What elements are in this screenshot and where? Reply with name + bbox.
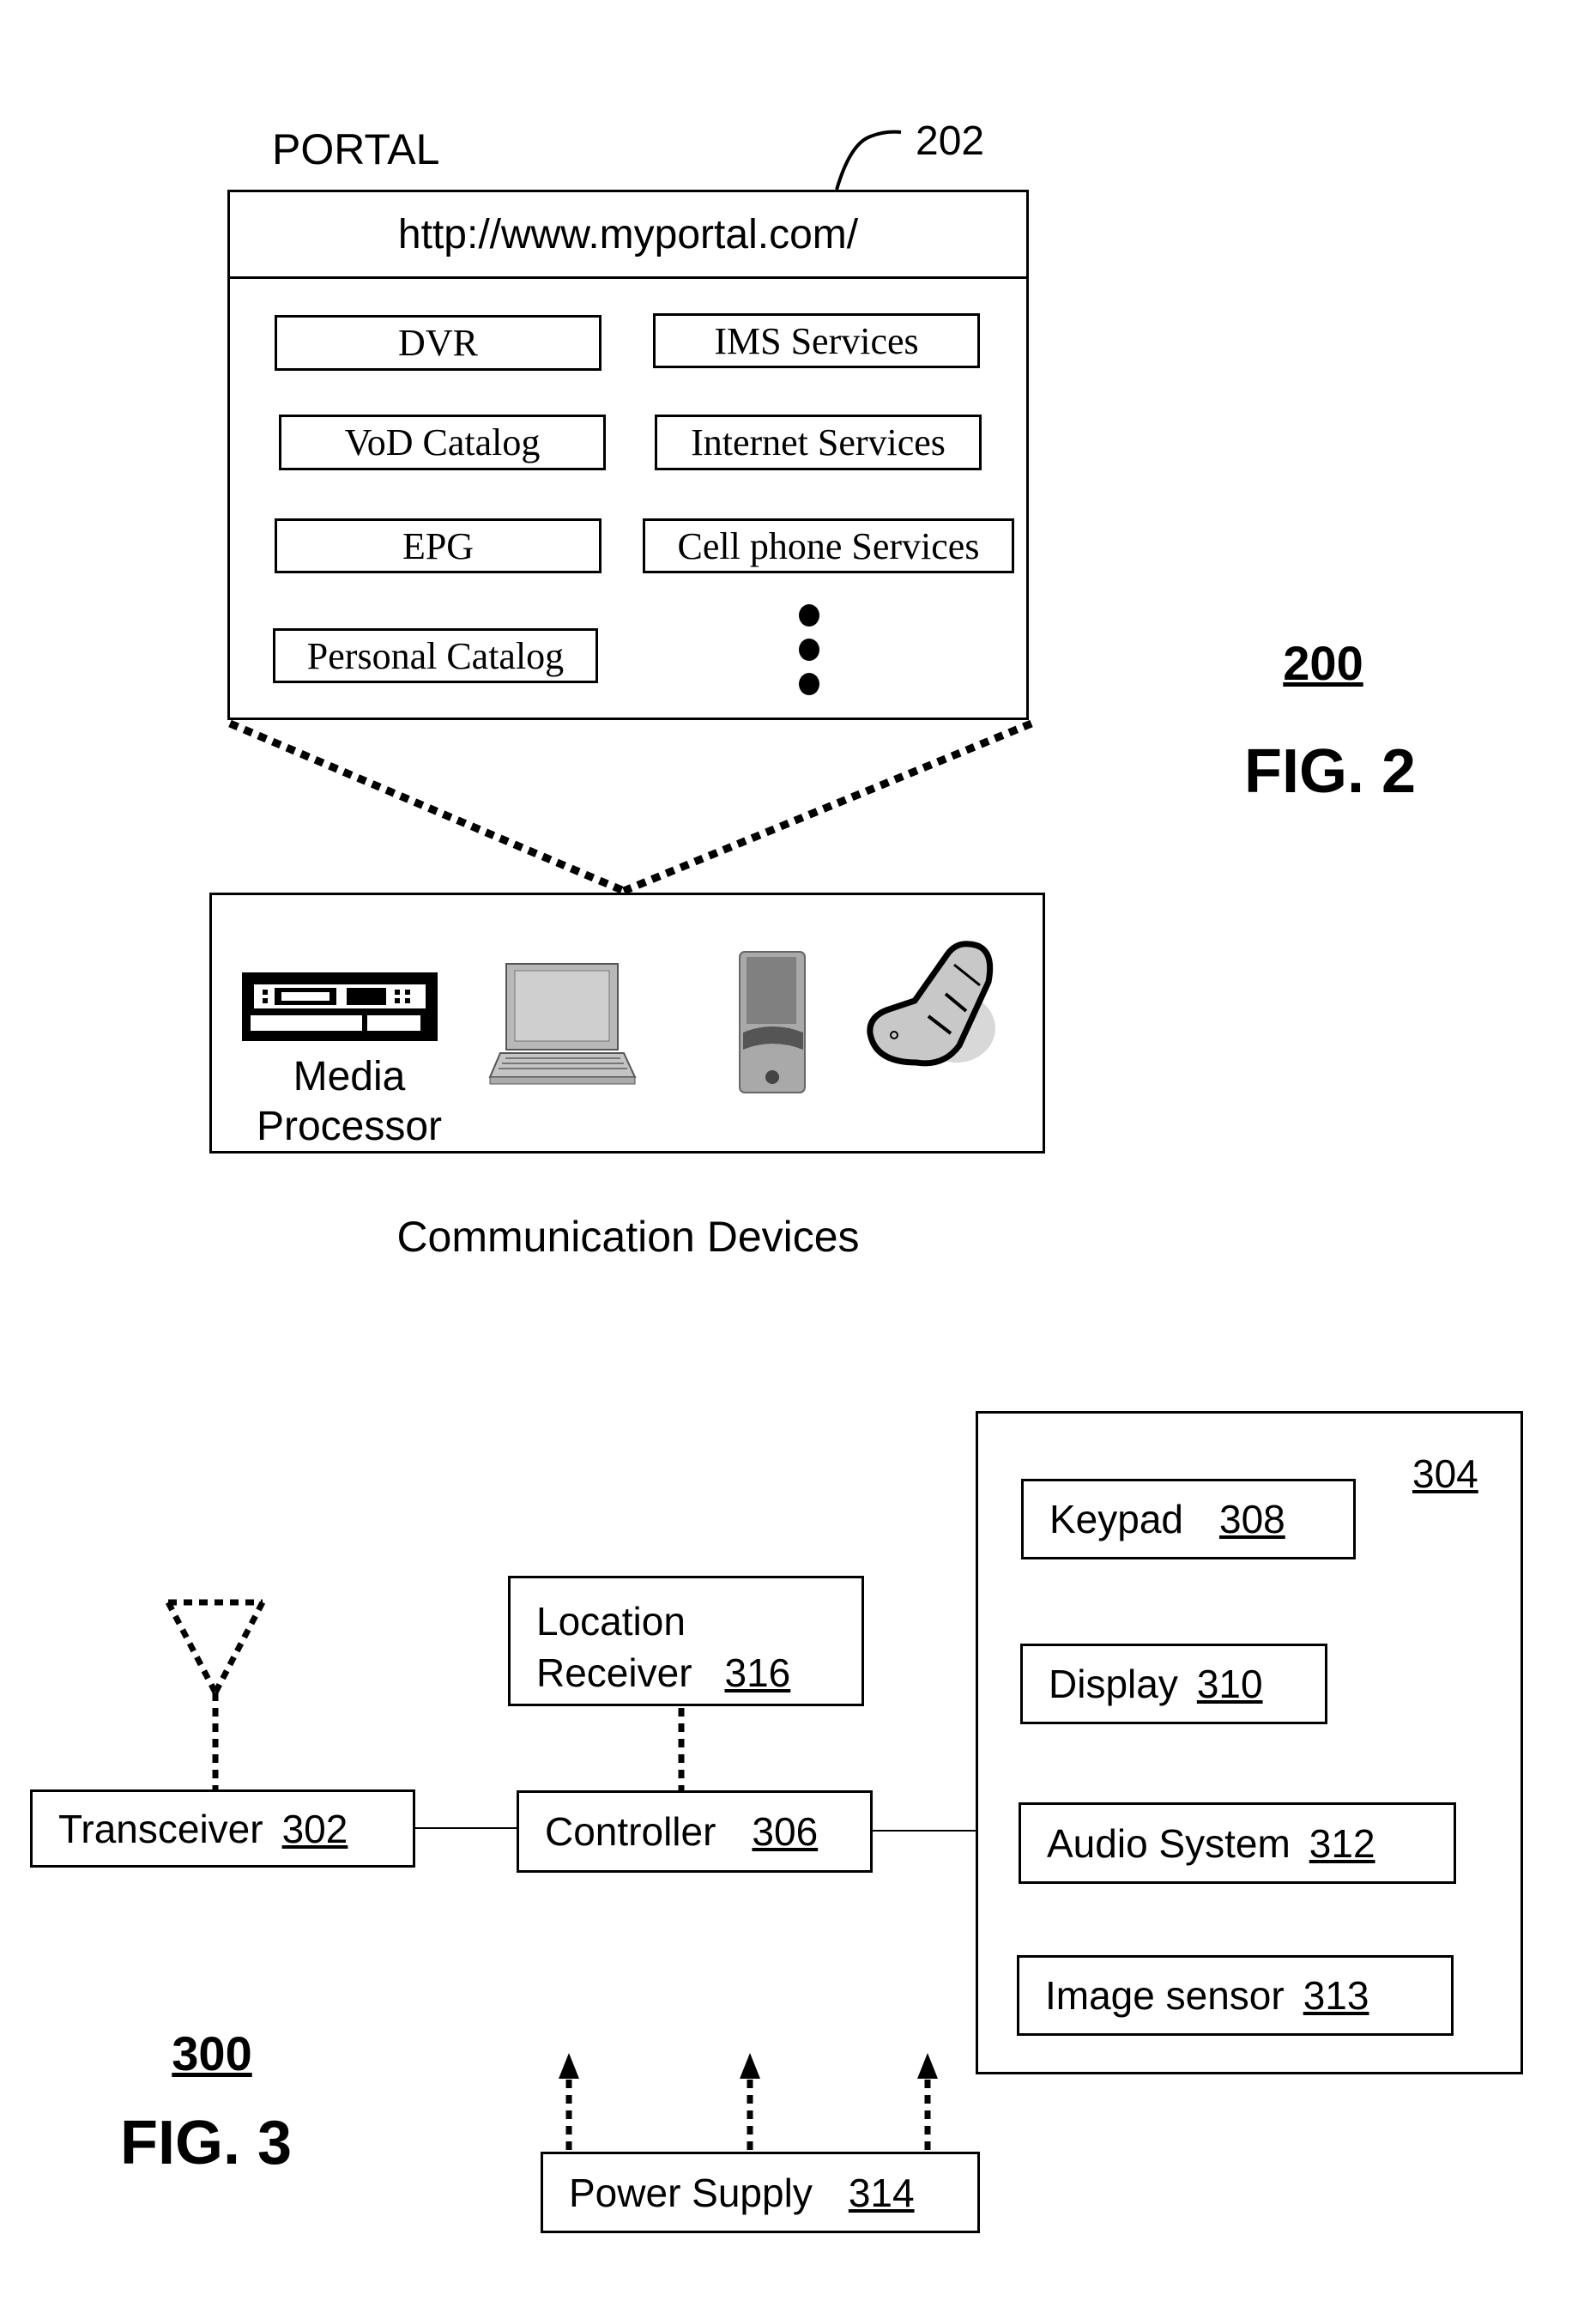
fig3-ref-number: 300 bbox=[172, 2026, 252, 2080]
power-supply-ref: 314 bbox=[848, 2170, 915, 2215]
image-sensor-label: Image sensor bbox=[1045, 1973, 1285, 2018]
patent-drawing-sheet: PORTAL 202 http://www.myportal.com/ DVR … bbox=[0, 0, 1596, 2301]
service-personal-catalog[interactable]: Personal Catalog bbox=[273, 628, 598, 683]
flip-phone-icon bbox=[867, 941, 995, 1067]
portal-url-bar[interactable]: http://www.myportal.com/ bbox=[230, 192, 1026, 279]
vertical-ellipsis-icon bbox=[799, 604, 821, 695]
service-vod-catalog[interactable]: VoD Catalog bbox=[279, 415, 606, 470]
service-ims[interactable]: IMS Services bbox=[653, 313, 980, 368]
fig2-ref-number: 200 bbox=[1283, 636, 1363, 690]
portal-ref-number: 202 bbox=[916, 118, 985, 164]
controller-ref: 306 bbox=[752, 1809, 819, 1854]
display-label: Display bbox=[1049, 1662, 1178, 1706]
set-top-box-icon bbox=[242, 972, 438, 1041]
power-arrow-2 bbox=[740, 2053, 760, 2150]
audio-system-ref: 312 bbox=[1309, 1820, 1375, 1866]
image-sensor-block[interactable]: Image sensor 313 bbox=[1017, 1955, 1454, 2036]
power-arrow-1 bbox=[559, 2053, 579, 2150]
service-dvr[interactable]: DVR bbox=[275, 315, 602, 371]
transceiver-label: Transceiver bbox=[58, 1806, 263, 1851]
power-supply-block[interactable]: Power Supply 314 bbox=[541, 2152, 980, 2233]
portal-label: PORTAL bbox=[272, 125, 440, 173]
ui-group-ref-number: 304 bbox=[1412, 1451, 1478, 1496]
controller-block[interactable]: Controller 306 bbox=[517, 1790, 873, 1873]
service-cell-phone[interactable]: Cell phone Services bbox=[643, 518, 1014, 573]
antenna-left-line bbox=[165, 1601, 219, 1694]
transceiver-ref: 302 bbox=[281, 1806, 348, 1851]
audio-system-label: Audio System bbox=[1047, 1820, 1291, 1866]
location-receiver-label-line1: Location bbox=[536, 1599, 686, 1644]
image-sensor-ref: 313 bbox=[1303, 1973, 1369, 2018]
audio-system-block[interactable]: Audio System 312 bbox=[1019, 1802, 1456, 1884]
fig3-label: FIG. 3 bbox=[119, 2109, 293, 2177]
location-receiver-ref: 316 bbox=[724, 1650, 791, 1695]
media-processor-label-line2: Processor bbox=[256, 1104, 443, 1149]
location-receiver-label-line2: Receiver bbox=[536, 1650, 692, 1695]
media-processor-label-line1: Media bbox=[293, 1054, 406, 1099]
service-epg[interactable]: EPG bbox=[275, 518, 602, 573]
transceiver-block[interactable]: Transceiver 302 bbox=[30, 1789, 415, 1868]
service-internet[interactable]: Internet Services bbox=[655, 415, 982, 470]
portal-ref-leader-line bbox=[835, 130, 902, 191]
laptop-icon bbox=[488, 963, 637, 1085]
antenna-right-line bbox=[212, 1601, 266, 1694]
power-arrow-3 bbox=[917, 2053, 938, 2150]
pda-phone-icon bbox=[739, 951, 806, 1093]
location-receiver-block[interactable]: Location Receiver 316 bbox=[508, 1576, 864, 1706]
media-processor-label: Media Processor bbox=[242, 1052, 456, 1152]
keypad-label: Keypad bbox=[1049, 1497, 1184, 1541]
keypad-block[interactable]: Keypad 308 bbox=[1021, 1479, 1356, 1559]
display-ref: 310 bbox=[1196, 1662, 1263, 1706]
portal-funnel-right-line bbox=[622, 719, 1033, 895]
communication-devices-caption: Communication Devices bbox=[396, 1213, 860, 1261]
portal-funnel-left-line bbox=[228, 719, 626, 895]
display-block[interactable]: Display 310 bbox=[1020, 1644, 1327, 1724]
power-supply-label: Power Supply bbox=[569, 2170, 813, 2215]
fig2-label: FIG. 2 bbox=[1243, 737, 1417, 806]
keypad-ref: 308 bbox=[1219, 1497, 1285, 1541]
controller-label: Controller bbox=[545, 1809, 716, 1854]
